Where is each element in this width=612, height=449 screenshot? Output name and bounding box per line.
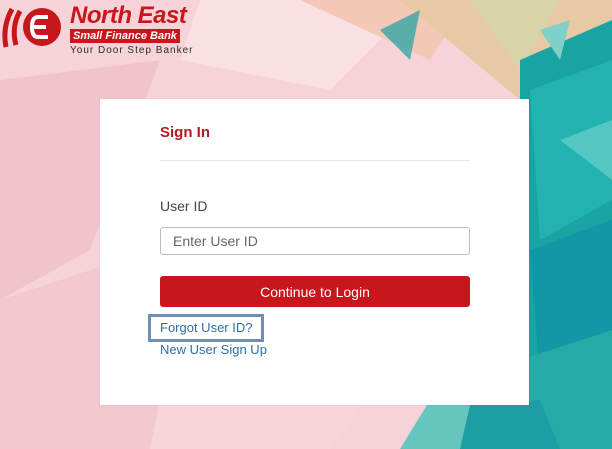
forgot-user-id-link[interactable]: Forgot User ID?	[148, 314, 265, 342]
bank-logo: North East Small Finance Bank Your Door …	[2, 3, 202, 59]
brand-name: North East	[70, 2, 187, 29]
page-title: Sign In	[160, 124, 210, 141]
logo-emblem-icon	[2, 7, 61, 48]
brand-tagline: Your Door Step Banker	[70, 45, 194, 56]
new-user-signup-link[interactable]: New User Sign Up	[160, 342, 267, 357]
brand-subtitle: Small Finance Bank	[70, 29, 180, 43]
userid-label: User ID	[160, 198, 208, 214]
userid-input[interactable]	[160, 227, 470, 255]
continue-to-login-button[interactable]: Continue to Login	[160, 276, 470, 307]
login-page: North East Small Finance Bank Your Door …	[0, 0, 612, 449]
title-divider	[160, 160, 470, 161]
login-card: Sign In User ID Continue to Login New Us…	[100, 99, 529, 405]
